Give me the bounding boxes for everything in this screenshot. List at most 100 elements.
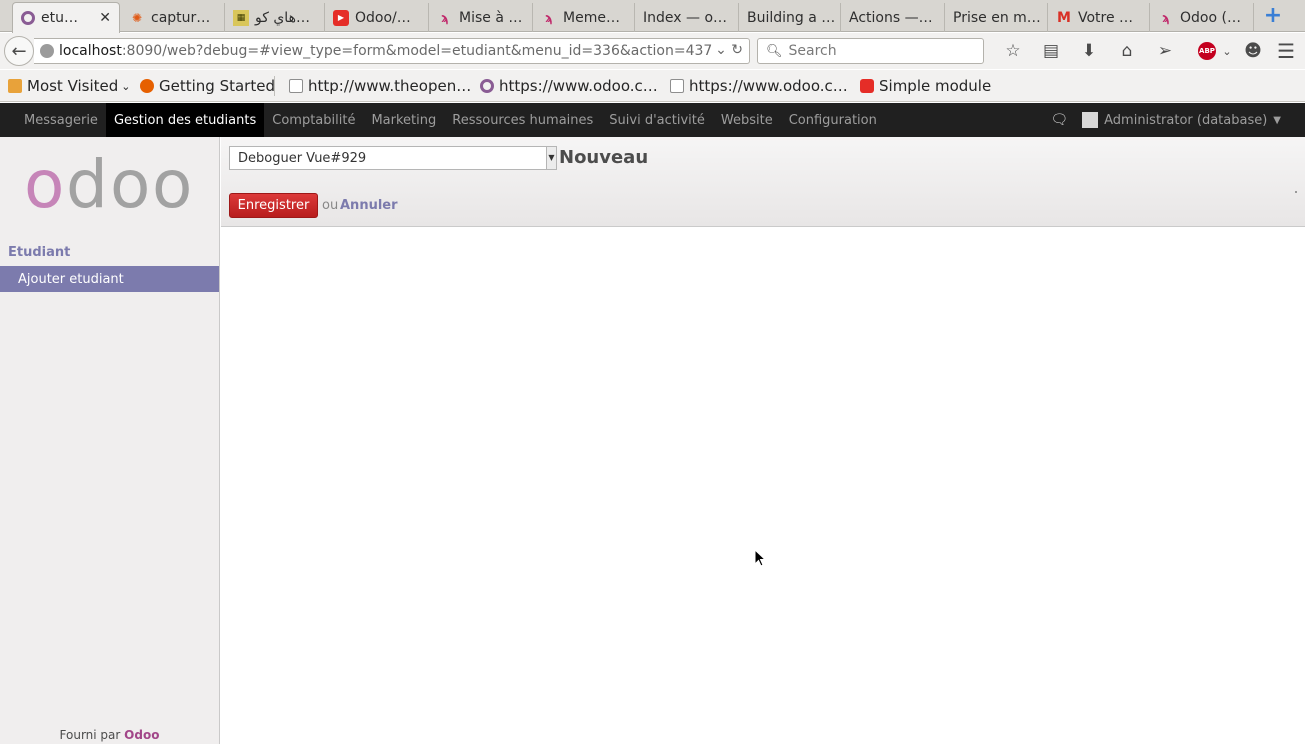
browser-tab-label: captur… [151,9,211,26]
bookmark-most-visited[interactable]: Most Visited ⌄ [8,70,131,102]
control-panel: Deboguer Vue#929 ▼ Nouveau Enregistrer o… [221,137,1305,227]
youtube-icon: ▶ [333,9,349,26]
browser-nav-bar: ← localhost :8090/web?debug=#view_type=f… [0,33,1305,69]
new-tab-icon[interactable]: + [1262,4,1284,28]
url-host: localhost [59,43,122,59]
send-icon[interactable]: ➢ [1146,41,1184,61]
odoo-ring-icon [480,79,494,93]
toolbar-icons: ☆ ▤ ⬇ ⌂ ➢ ABP ⌄ ☻ [994,39,1272,63]
page-icon [670,79,684,93]
chevron-down-icon[interactable]: ⌄ [1220,45,1234,58]
browser-tab[interactable]: ✺ captur… [121,3,225,32]
menu-configuration[interactable]: Configuration [781,103,885,137]
user-name[interactable]: Administrator (database) [1104,113,1267,128]
openerp-icon: ϡ [545,10,553,25]
reading-list-icon[interactable]: ▤ [1032,41,1070,61]
breadcrumb: Nouveau [559,147,649,168]
odoo-sidebar: o d o o Etudiant Ajouter etudiant Fourni… [0,137,220,744]
url-bar[interactable]: localhost :8090/web?debug=#view_type=for… [34,38,750,64]
firefox-icon [140,79,154,93]
powered-by: Fourni par Odoo [59,728,160,742]
browser-tab[interactable]: Building a … [739,3,841,32]
chevron-down-icon: ⌄ [121,79,131,93]
cancel-link[interactable]: Annuler [340,198,398,213]
browser-tab[interactable]: ϡ Meme… [533,3,635,32]
debug-view-select[interactable]: Deboguer Vue#929 ▼ [229,146,557,170]
bookmark-label: https://www.odoo.c… [499,77,658,95]
chat-bubble-icon[interactable]: 🗨︎ [1050,112,1068,128]
odoo-main-menu: Messagerie Gestion des etudiants Comptab… [16,103,885,137]
pager-indicator [1295,191,1297,193]
browser-tab-label: Votre … [1078,9,1134,26]
main-content: Deboguer Vue#929 ▼ Nouveau Enregistrer o… [221,137,1305,744]
browser-tab[interactable]: Actions —… [841,3,945,32]
bookmark-odoo-1[interactable]: https://www.odoo.c… [480,70,658,102]
odoo-link[interactable]: Odoo [124,728,159,742]
browser-tab-active[interactable]: etu… ✕ [12,2,120,33]
odoo-ring-icon [21,11,35,25]
avatar[interactable] [1082,112,1099,128]
browser-tab-label: Meme… [563,9,620,26]
save-button[interactable]: Enregistrer [229,193,318,218]
browser-tab-strip: etu… ✕ ✺ captur… ▦ هاي كو… ▶ Odoo/… ϡ Mi… [0,0,1305,33]
bookmark-separator [274,76,275,96]
sidebar-item-ajouter-etudiant[interactable]: Ajouter etudiant [0,266,219,292]
bookmark-label: Most Visited [27,77,119,95]
close-tab-icon[interactable]: ✕ [99,10,111,26]
menu-ressources-humaines[interactable]: Ressources humaines [444,103,601,137]
openerp-icon: ϡ [441,10,449,25]
reload-icon[interactable]: ⌄ ↻ [715,42,743,58]
bookmark-star-icon[interactable]: ☆ [994,41,1032,61]
browser-tab-label: Odoo (… [1180,9,1241,26]
browser-tab[interactable]: ▶ Odoo/… [325,3,429,32]
bookmark-odoo-2[interactable]: https://www.odoo.c… [670,70,848,102]
ubuntu-icon: ✺ [131,10,143,25]
search-placeholder: Search [788,43,837,59]
bookmark-label: Getting Started [159,77,275,95]
adblock-icon[interactable]: ABP [1198,42,1216,60]
openerp-icon: ϡ [1162,10,1170,25]
odoo-logo[interactable]: o d o o [24,152,196,218]
search-input[interactable]: 🔍︎ Search [757,38,984,64]
caret-down-icon[interactable]: ▼ [1273,115,1281,126]
bookmark-label: Simple module [879,77,992,95]
search-icon: 🔍︎ [766,43,783,59]
browser-tab-label: Actions —… [849,9,933,26]
browser-tab[interactable]: Index — o… [635,3,739,32]
menu-gestion-etudiants[interactable]: Gestion des etudiants [105,103,265,137]
bookmark-label: http://www.theopen… [308,77,472,95]
gmail-icon: M [1057,9,1071,26]
browser-tab[interactable]: ϡ Mise à … [429,3,533,32]
browser-tab-label: هاي كو… [255,9,310,26]
folder-icon [8,79,22,93]
bookmark-getting-started[interactable]: Getting Started [140,70,275,102]
menu-suivi-activite[interactable]: Suivi d'activité [601,103,713,137]
browser-tab[interactable]: M Votre … [1048,3,1150,32]
sidebar-section-title: Etudiant [8,245,71,260]
mouse-cursor-icon [754,549,767,567]
menu-messagerie[interactable]: Messagerie [16,103,106,137]
browser-tab[interactable]: Prise en m… [945,3,1048,32]
bookmark-label: https://www.odoo.c… [689,77,848,95]
back-arrow-icon[interactable]: ← [4,36,34,66]
browser-tab-label: etu… [41,10,78,26]
chat-smiley-icon[interactable]: ☻ [1234,41,1272,61]
browser-tab-label: Index — o… [643,9,728,26]
url-path: :8090/web?debug=#view_type=form&model=et… [121,43,713,59]
youtube-icon [860,79,874,93]
bookmark-theopen[interactable]: http://www.theopen… [289,70,471,102]
browser-tab-label: Mise à … [459,9,523,26]
home-icon[interactable]: ⌂ [1108,41,1146,61]
download-icon[interactable]: ⬇ [1070,41,1108,61]
browser-tab[interactable]: ϡ Odoo (… [1150,3,1254,32]
bookmark-simple-module[interactable]: Simple module [860,70,991,102]
menu-marketing[interactable]: Marketing [363,103,444,137]
menu-website[interactable]: Website [713,103,781,137]
odoo-top-menu-bar: Messagerie Gestion des etudiants Comptab… [0,103,1305,137]
page-icon [289,79,303,93]
browser-tab-label: Building a … [747,9,836,26]
dropdown-arrow-icon: ▼ [546,147,556,169]
browser-tab[interactable]: ▦ هاي كو… [225,3,325,32]
hamburger-menu-icon[interactable]: ☰ [1277,39,1295,63]
menu-comptabilite[interactable]: Comptabilité [264,103,363,137]
